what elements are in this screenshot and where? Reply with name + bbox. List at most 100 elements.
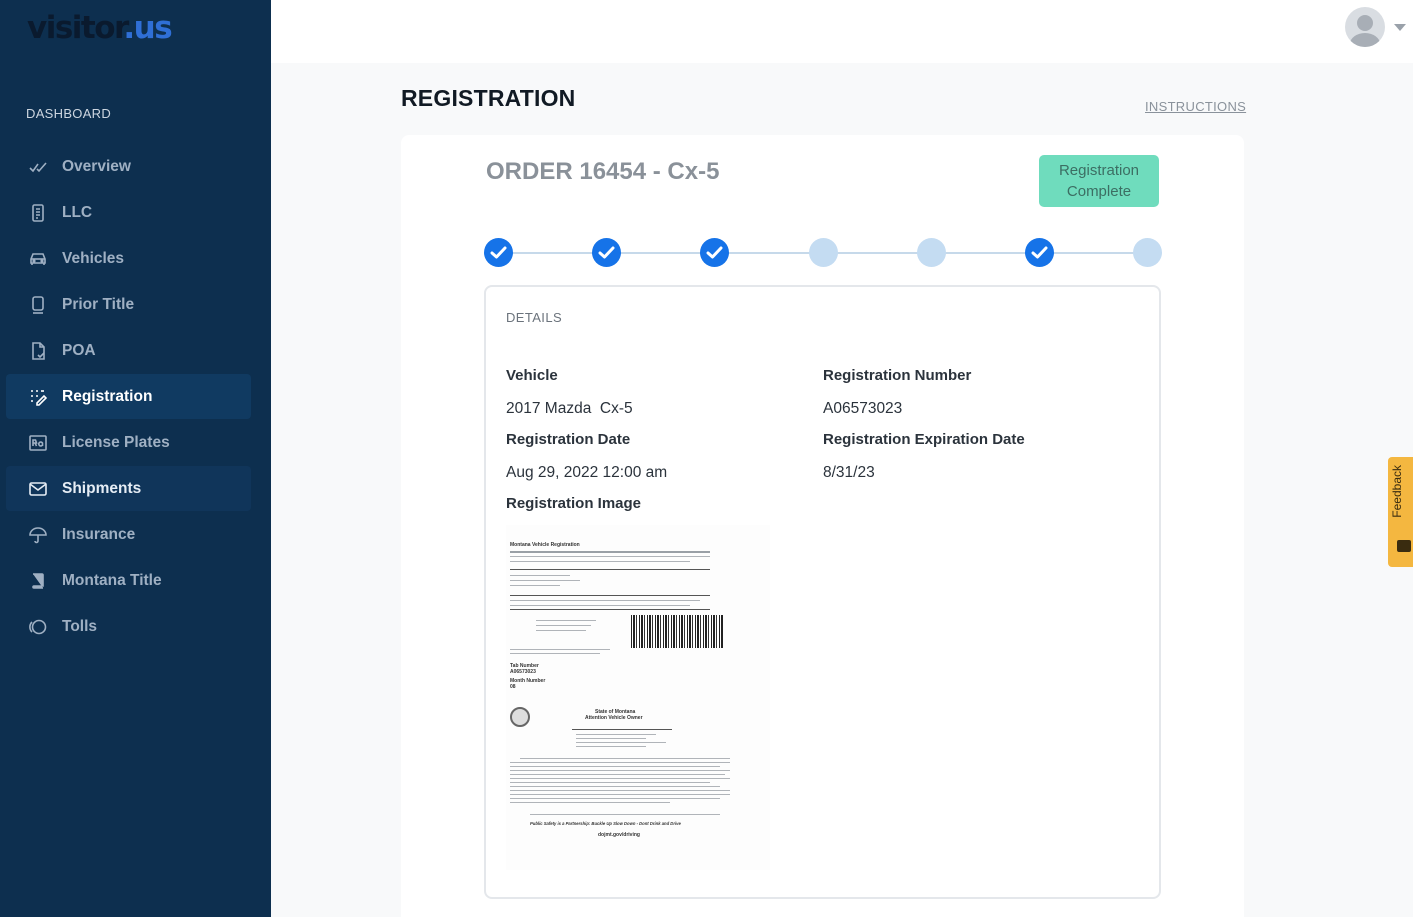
doc-line <box>510 762 730 763</box>
grid-edit-icon <box>27 386 49 408</box>
doc-line <box>576 738 646 739</box>
registration-expiration-label: Registration Expiration Date <box>823 431 1025 448</box>
doc-line <box>510 774 725 775</box>
order-title: ORDER 16454 - Cx-5 <box>486 158 720 185</box>
document-icon <box>27 202 49 224</box>
registration-number-value: A06573023 <box>823 400 903 417</box>
doc-line <box>510 653 600 654</box>
doc-line <box>510 551 710 553</box>
sidebar-nav: Overview LLC Vehicles Prior Title POA Re… <box>6 144 251 650</box>
registration-image-label: Registration Image <box>506 495 642 512</box>
doc-line <box>576 746 646 747</box>
sidebar-item-llc[interactable]: LLC <box>6 190 251 235</box>
instructions-link[interactable]: INSTRUCTIONS <box>1145 99 1246 114</box>
sidebar-item-registration[interactable]: Registration <box>6 374 251 419</box>
step-complete[interactable] <box>1025 238 1054 267</box>
sidebar-item-label: LLC <box>62 203 93 221</box>
sidebar-section-label: DASHBOARD <box>26 106 112 121</box>
doc-line <box>510 790 730 791</box>
doc-line <box>510 600 700 601</box>
registration-expiration-value: 8/31/23 <box>823 464 875 481</box>
doc-footer: Public Safety is a Partnership: Buckle U… <box>530 821 681 826</box>
details-heading: DETAILS <box>506 310 563 325</box>
mvd-seal-icon <box>510 707 530 727</box>
doc-line <box>510 649 610 650</box>
sidebar-item-label: Prior Title <box>62 295 135 313</box>
doc-month-value: 08 <box>510 684 516 690</box>
sidebar-item-license-plates[interactable]: License Plates <box>6 420 251 465</box>
doc-line <box>572 729 672 730</box>
doc-line <box>576 742 666 743</box>
doc-barcode <box>631 615 723 648</box>
sidebar-item-label: POA <box>62 341 96 359</box>
sidebar-item-poa[interactable]: POA <box>6 328 251 373</box>
doc-line <box>520 758 730 759</box>
registration-image[interactable]: Montana Vehicle Registration Tab Number … <box>506 525 770 870</box>
sidebar-item-label: Shipments <box>62 479 142 497</box>
car-icon <box>27 248 49 270</box>
status-badge: Registration Complete <box>1039 155 1159 207</box>
doc-line <box>510 802 670 803</box>
doc-line <box>536 630 586 631</box>
feedback-tab[interactable]: Feedback <box>1388 457 1413 567</box>
step-pending[interactable] <box>1133 238 1162 267</box>
doc-line <box>510 766 720 767</box>
step-complete[interactable] <box>700 238 729 267</box>
doc-line <box>510 609 710 610</box>
avatar[interactable] <box>1345 7 1385 47</box>
sidebar-item-prior-title[interactable]: Prior Title <box>6 282 251 327</box>
doc-tab-value: A06573023 <box>510 669 536 675</box>
avatar-head <box>1357 15 1373 31</box>
sidebar-item-overview[interactable]: Overview <box>6 144 251 189</box>
registration-date-value: Aug 29, 2022 12:00 am <box>506 464 668 481</box>
registration-number-label: Registration Number <box>823 367 972 384</box>
sidebar-item-label: Montana Title <box>62 571 162 589</box>
check-icon <box>598 246 615 259</box>
vehicle-value: 2017 Mazda Cx-5 <box>506 400 633 417</box>
doc-line <box>510 778 730 779</box>
sidebar-item-label: Registration <box>62 387 153 405</box>
sidebar-item-shipments[interactable]: Shipments <box>6 466 251 511</box>
top-bar <box>271 0 1413 63</box>
step-pending[interactable] <box>809 238 838 267</box>
doc-line <box>510 605 690 606</box>
doc-line <box>576 734 656 735</box>
doc-notice-subtitle: Attention Vehicle Owner <box>585 715 643 721</box>
doc-line <box>510 556 710 557</box>
check-icon <box>490 246 507 259</box>
plate-icon <box>27 432 49 454</box>
progress-stepper <box>484 238 1162 268</box>
brand-logo[interactable]: visitor.us <box>27 10 173 46</box>
toll-icon <box>27 616 49 638</box>
step-pending[interactable] <box>917 238 946 267</box>
doc-line <box>510 786 720 787</box>
step-complete[interactable] <box>592 238 621 267</box>
sidebar-item-label: Overview <box>62 157 131 175</box>
page-title: REGISTRATION <box>401 85 576 111</box>
sidebar-item-montana-title[interactable]: Montana Title <box>6 558 251 603</box>
doc-line <box>510 575 570 576</box>
feedback-icon <box>1397 540 1411 552</box>
doc-line <box>510 580 580 581</box>
sidebar-item-tolls[interactable]: Tolls <box>6 604 251 649</box>
doc-line <box>536 620 596 621</box>
avatar-body <box>1350 33 1380 47</box>
file-check-icon <box>27 340 49 362</box>
vehicle-label: Vehicle <box>506 367 558 384</box>
sidebar-item-vehicles[interactable]: Vehicles <box>6 236 251 281</box>
doc-line <box>536 625 591 626</box>
doc-line <box>510 782 710 783</box>
sidebar-item-insurance[interactable]: Insurance <box>6 512 251 557</box>
details-panel: DETAILS Vehicle 2017 Mazda Cx-5 Registra… <box>484 285 1161 899</box>
sidebar-item-label: Tolls <box>62 617 98 635</box>
sidebar-item-label: Insurance <box>62 525 136 543</box>
step-complete[interactable] <box>484 238 513 267</box>
chevron-down-icon[interactable] <box>1394 24 1406 31</box>
sidebar: visitor.us DASHBOARD Overview LLC Vehicl… <box>0 0 271 917</box>
check-icon <box>1031 246 1048 259</box>
sidebar-item-label: License Plates <box>62 433 170 451</box>
feedback-label: Feedback <box>1390 465 1404 518</box>
mail-icon <box>27 478 49 500</box>
order-card: ORDER 16454 - Cx-5 Registration Complete… <box>401 135 1244 917</box>
doc-line <box>510 561 690 562</box>
